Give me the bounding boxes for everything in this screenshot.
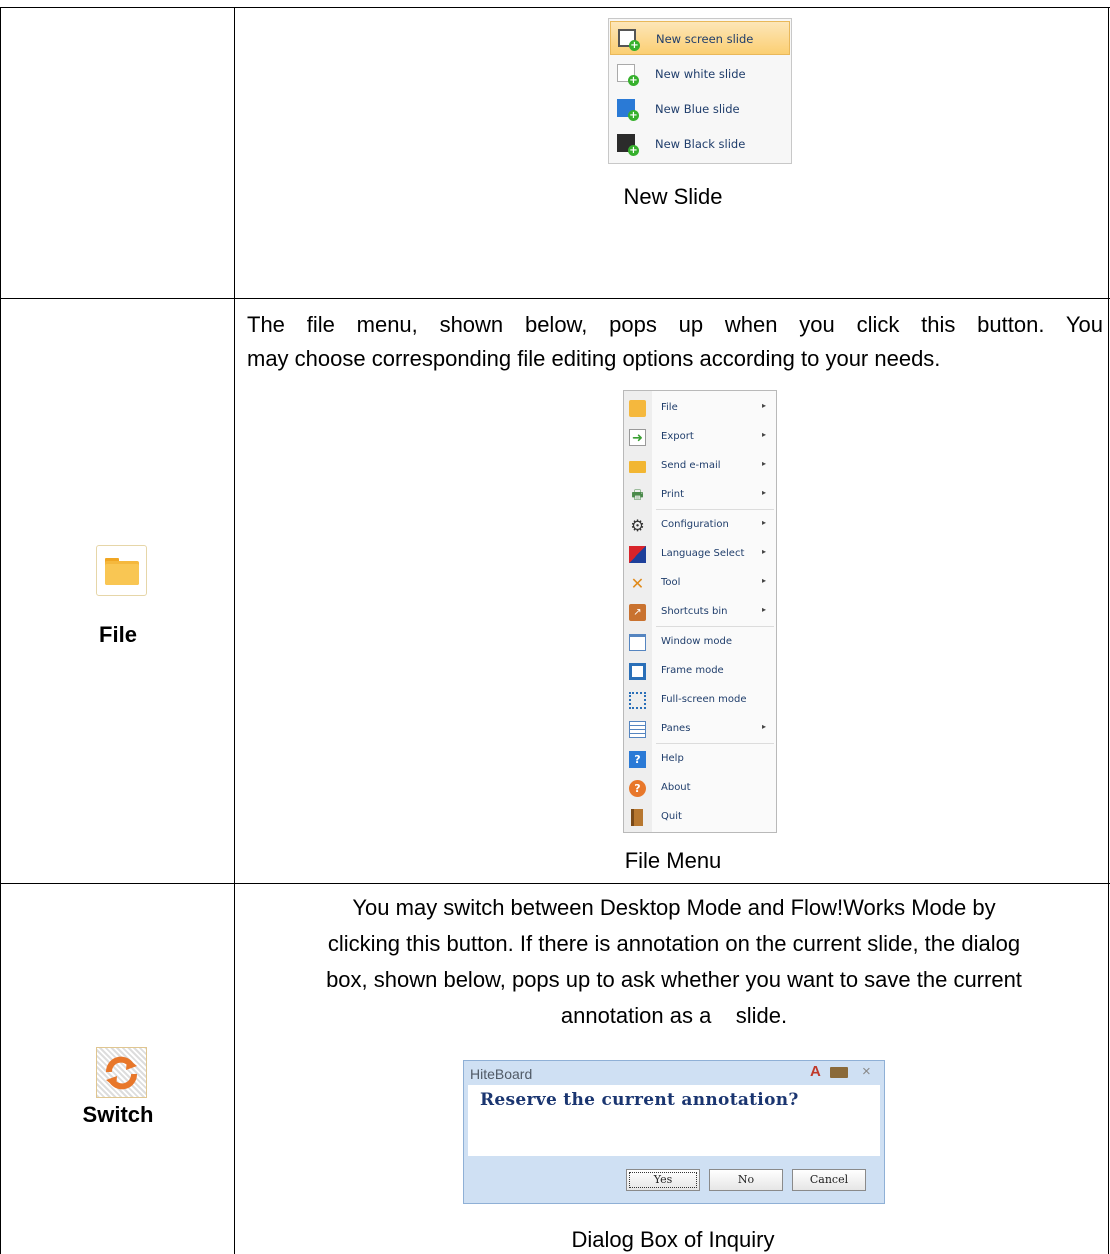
- submenu-arrow-icon: ▸: [762, 518, 767, 527]
- export-icon: ➜: [629, 429, 646, 446]
- printer-icon: 🖶: [631, 488, 644, 503]
- file-menu-caption: File Menu: [624, 848, 722, 873]
- menu-item-window-mode[interactable]: Window mode: [624, 629, 776, 655]
- help-icon: ?: [629, 751, 646, 768]
- tools-icon: ✕: [630, 574, 645, 593]
- folder-icon[interactable]: [96, 545, 147, 596]
- new-slide-caption: New Slide: [623, 184, 723, 209]
- inquiry-dialog: HiteBoard A × Reserve the current annota…: [463, 1060, 885, 1204]
- gear-icon: ⚙: [630, 516, 645, 535]
- envelope-icon: [629, 461, 646, 473]
- menu-item-frame-mode[interactable]: Frame mode: [624, 658, 776, 684]
- panes-icon: [629, 721, 646, 738]
- description-line: may choose corresponding file editing op…: [247, 346, 941, 371]
- close-icon[interactable]: ×: [862, 1063, 871, 1080]
- menu-item-new-white-slide[interactable]: + New white slide: [610, 57, 790, 91]
- menu-item-shortcuts-bin[interactable]: ↗ Shortcuts bin ▸: [624, 599, 776, 625]
- about-icon: ?: [629, 780, 646, 797]
- menu-item-print[interactable]: 🖶 Print ▸: [624, 482, 776, 508]
- menu-item-export[interactable]: ➜ Export ▸: [624, 424, 776, 450]
- submenu-arrow-icon: ▸: [762, 430, 767, 439]
- dialog-caption: Dialog Box of Inquiry: [571, 1227, 775, 1252]
- submenu-arrow-icon: ▸: [762, 401, 767, 410]
- table-border-top: [0, 7, 1110, 8]
- description-line: annotation as a slide.: [560, 1003, 788, 1028]
- submenu-arrow-icon: ▸: [762, 488, 767, 497]
- menu-item-label: New screen slide: [656, 32, 754, 46]
- file-button-label: File: [99, 622, 137, 647]
- submenu-arrow-icon: ▸: [762, 576, 767, 585]
- description-line: You may switch between Desktop Mode and …: [352, 895, 996, 920]
- table-row-divider-2: [0, 883, 1110, 884]
- menu-item-label: New Black slide: [655, 137, 746, 151]
- fullscreen-icon: [629, 692, 646, 709]
- description-line: box, shown below, pops up to ask whether…: [326, 967, 1022, 992]
- submenu-arrow-icon: ▸: [762, 459, 767, 468]
- menu-item-file[interactable]: File ▸: [624, 395, 776, 421]
- cancel-button[interactable]: Cancel: [792, 1169, 866, 1191]
- keyboard-icon[interactable]: [830, 1067, 848, 1078]
- menu-item-language-select[interactable]: Language Select ▸: [624, 541, 776, 567]
- yes-button[interactable]: Yes: [626, 1169, 700, 1191]
- menu-item-label: New Blue slide: [655, 102, 740, 116]
- switch-button-label: Switch: [82, 1102, 154, 1127]
- submenu-arrow-icon: ▸: [762, 722, 767, 731]
- menu-item-tool[interactable]: ✕ Tool ▸: [624, 570, 776, 596]
- submenu-arrow-icon: ▸: [762, 605, 767, 614]
- handwriting-icon[interactable]: A: [810, 1063, 821, 1080]
- dialog-message: Reserve the current annotation?: [480, 1090, 799, 1110]
- dialog-body: Reserve the current annotation?: [468, 1085, 880, 1156]
- table-row-divider-1: [0, 298, 1110, 299]
- menu-item-label: New white slide: [655, 67, 746, 81]
- menu-item-configuration[interactable]: ⚙ Configuration ▸: [624, 512, 776, 538]
- switch-refresh-icon[interactable]: [96, 1047, 147, 1098]
- switch-description: You may switch between Desktop Mode and …: [240, 890, 1108, 1034]
- description-line: clicking this button. If there is annota…: [327, 931, 1021, 956]
- flag-icon: [629, 546, 646, 563]
- menu-item-new-black-slide[interactable]: + New Black slide: [610, 127, 790, 161]
- menu-item-full-screen-mode[interactable]: Full-screen mode: [624, 687, 776, 713]
- window-icon: [629, 634, 646, 651]
- submenu-arrow-icon: ▸: [762, 547, 767, 556]
- folder-icon: [629, 400, 646, 417]
- menu-item-about[interactable]: ? About: [624, 775, 776, 801]
- menu-item-send-email[interactable]: Send e-mail ▸: [624, 453, 776, 479]
- description-line: The file menu, shown below, pops up when…: [247, 312, 1103, 337]
- quit-door-icon: [631, 809, 643, 826]
- file-description: The file menu, shown below, pops up when…: [247, 308, 1103, 376]
- new-slide-menu: + New screen slide + New white slide + N…: [608, 18, 792, 164]
- frame-icon: [629, 663, 646, 680]
- menu-item-panes[interactable]: Panes ▸: [624, 716, 776, 742]
- no-button[interactable]: No: [709, 1169, 783, 1191]
- file-menu: File ▸ ➜ Export ▸ Send e-mail ▸ 🖶 Print …: [623, 390, 777, 833]
- dialog-title: HiteBoard: [470, 1066, 533, 1082]
- menu-item-new-blue-slide[interactable]: + New Blue slide: [610, 92, 790, 126]
- shortcut-icon: ↗: [629, 604, 646, 621]
- menu-item-quit[interactable]: Quit: [624, 804, 776, 830]
- menu-item-help[interactable]: ? Help: [624, 746, 776, 772]
- menu-item-new-screen-slide[interactable]: + New screen slide: [610, 21, 790, 55]
